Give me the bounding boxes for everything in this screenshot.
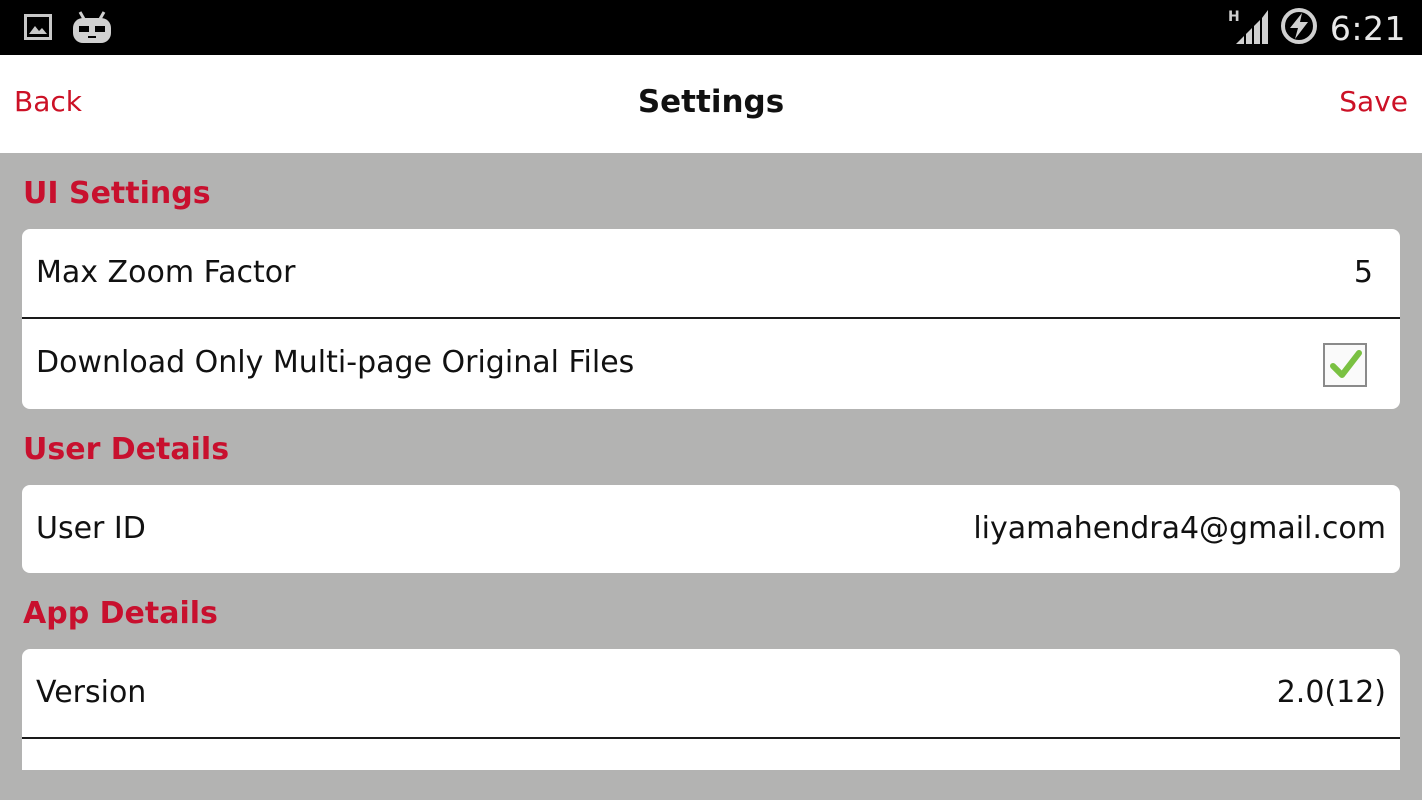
user-id-value: liyamahendra4@gmail.com <box>973 511 1386 546</box>
max-zoom-factor-value[interactable]: 5 <box>1354 255 1373 290</box>
version-label: Version <box>36 675 147 710</box>
user-id-row: User ID liyamahendra4@gmail.com <box>22 485 1400 573</box>
checkmark-icon <box>1330 350 1362 378</box>
ui-settings-card: Max Zoom Factor 5 Download Only Multi-pa… <box>22 229 1400 409</box>
cyanogenmod-mascot-icon <box>72 10 112 48</box>
section-title-ui-settings: UI Settings <box>23 176 211 211</box>
navigation-bar: Back Settings Save <box>0 55 1422 153</box>
battery-charging-icon <box>1280 7 1318 49</box>
signal-strength-icon: H <box>1228 8 1268 48</box>
download-multipage-row[interactable]: Download Only Multi-page Original Files <box>22 319 1400 409</box>
max-zoom-factor-row[interactable]: Max Zoom Factor 5 <box>22 229 1400 319</box>
download-multipage-label: Download Only Multi-page Original Files <box>36 345 635 380</box>
version-value: 2.0(12) <box>1276 675 1386 710</box>
status-bar-right: H 6:21 <box>1228 6 1406 50</box>
section-title-app-details: App Details <box>23 596 218 631</box>
section-title-user-details: User Details <box>23 432 230 467</box>
next-row-partial[interactable] <box>22 739 1400 768</box>
max-zoom-factor-label: Max Zoom Factor <box>36 255 296 290</box>
user-id-label: User ID <box>36 511 146 546</box>
image-notification-icon <box>24 14 52 44</box>
download-multipage-checkbox[interactable] <box>1323 343 1367 387</box>
app-details-card: Version 2.0(12) <box>22 649 1400 770</box>
user-details-card: User ID liyamahendra4@gmail.com <box>22 485 1400 573</box>
version-row: Version 2.0(12) <box>22 649 1400 739</box>
status-bar-clock: 6:21 <box>1329 8 1406 48</box>
status-bar-left <box>24 10 112 48</box>
network-type-label: H <box>1228 9 1240 25</box>
save-button[interactable]: Save <box>1339 85 1408 118</box>
page-title: Settings <box>637 84 785 120</box>
status-bar: H 6:21 <box>0 0 1422 55</box>
